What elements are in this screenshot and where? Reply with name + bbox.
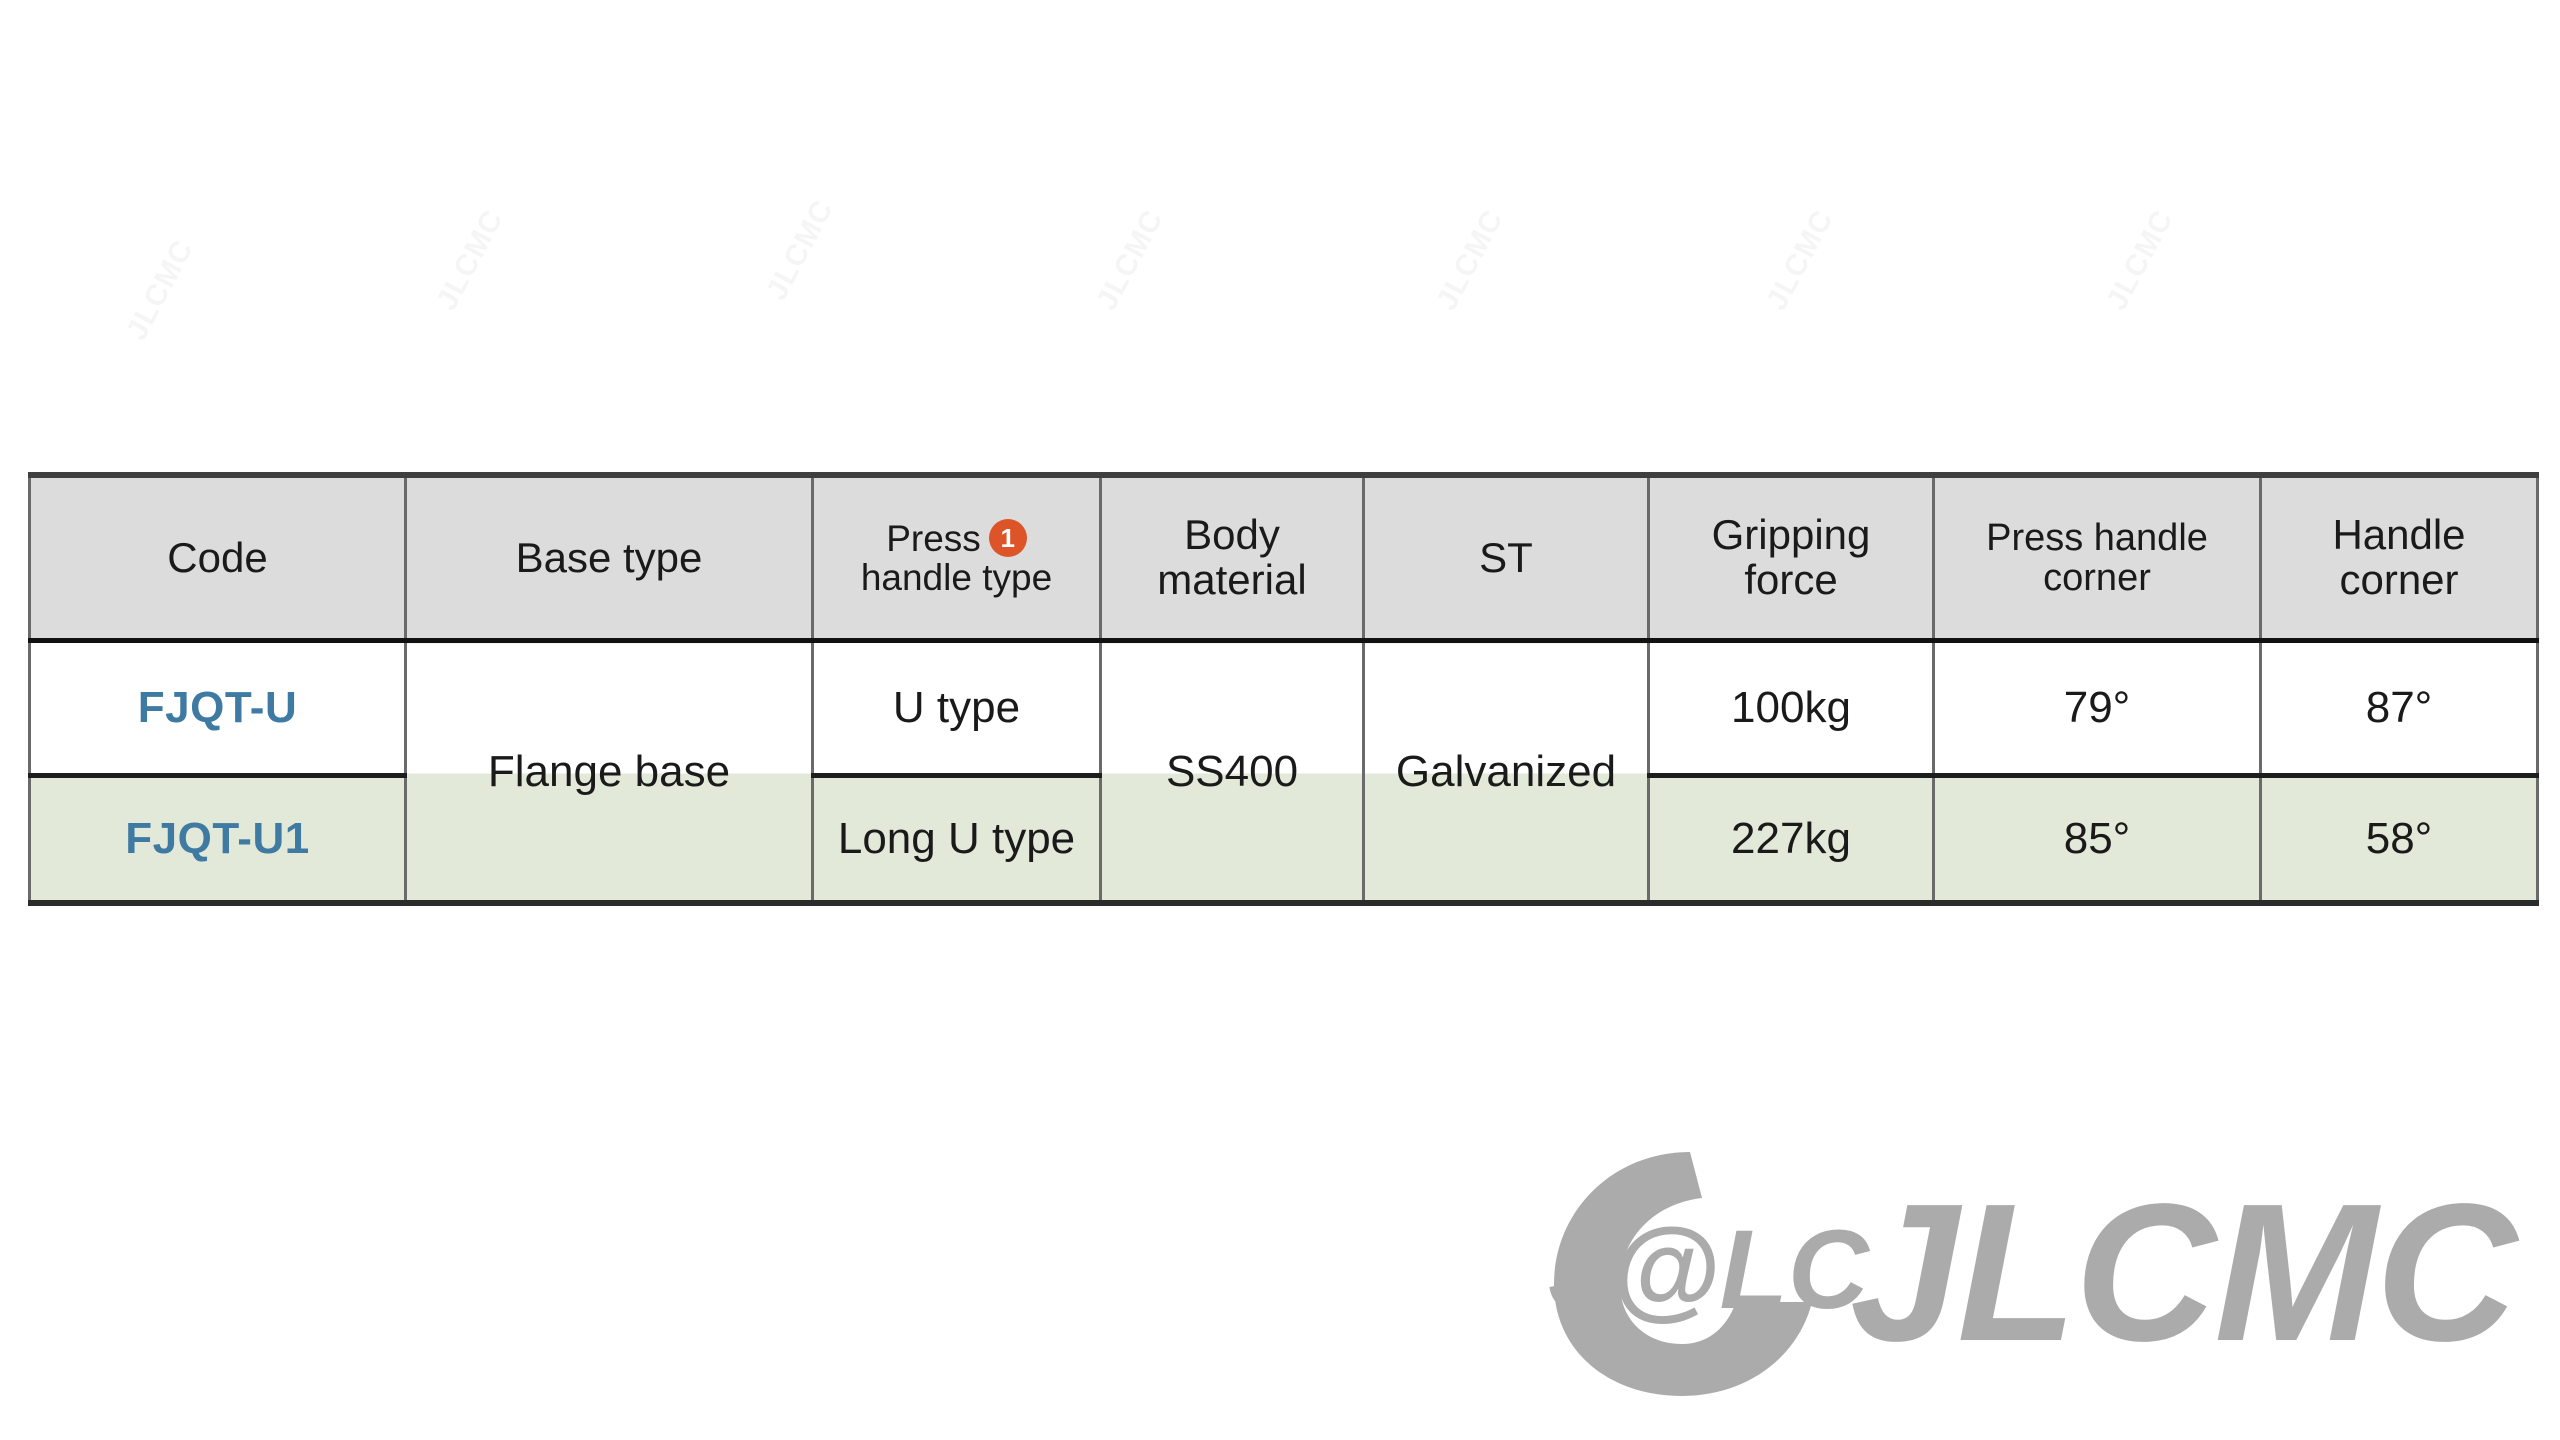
column-header-press-handle-corner-line1: Press handle (1986, 516, 2208, 559)
cell-press-handle-type: Long U type (811, 775, 1102, 906)
cell-handle-corner: 87° (2259, 640, 2539, 778)
column-header-body-material-line1: Body (1184, 511, 1280, 559)
jlcmc-wordmark: JLCMC (1850, 1163, 2520, 1382)
column-header-gripping-force-line2: force (1744, 556, 1838, 603)
column-header-handle-corner-line1: Handle (2332, 511, 2466, 559)
column-header-base-type-label: Base type (515, 533, 703, 581)
column-header-body-material: Body material (1099, 472, 1365, 643)
column-header-code-label: Code (167, 533, 268, 581)
cell-press-handle-corner: 79° (1932, 640, 2262, 778)
table-row: FJQT-U Flange base U type SS400 Galvaniz… (28, 640, 2539, 906)
cell-gripping-force: 100kg (1647, 640, 1935, 778)
specification-table-container: Code Base type Press 1 handle type Body … (28, 472, 2539, 906)
cell-code: FJQT-U1 (28, 775, 407, 906)
watermark-text: JLCMC (2100, 204, 2181, 316)
watermark-text: JLCMC (120, 234, 201, 346)
column-header-press-handle-corner-line2: corner (2043, 557, 2151, 599)
table-header-row: Code Base type Press 1 handle type Body … (28, 472, 2539, 643)
column-header-body-material-line2: material (1157, 556, 1307, 603)
column-header-base-type: Base type (404, 472, 814, 643)
jlcmc-brand-logo: J@LC JLCMC (1548, 1152, 2522, 1396)
watermark-text: JLCMC (430, 204, 511, 316)
column-header-code: Code (28, 472, 407, 643)
specification-table: Code Base type Press 1 handle type Body … (28, 472, 2539, 906)
column-header-gripping-force-line1: Gripping (1711, 511, 1871, 559)
cell-handle-corner: 58° (2259, 775, 2539, 906)
cell-base-type-merged: Flange base (404, 640, 814, 906)
jalc-ring-mark (1554, 1152, 1812, 1396)
jalc-mark-text: J@LC (1548, 1207, 1871, 1332)
cell-gripping-force: 227kg (1647, 775, 1935, 906)
watermark-text: JLCMC (760, 194, 841, 306)
ring-shape (1554, 1152, 1812, 1396)
column-header-handle-corner: Handle corner (2259, 472, 2539, 643)
cell-press-handle-corner: 85° (1932, 775, 2262, 906)
column-header-press-handle-corner: Press handle corner (1932, 472, 2262, 643)
column-header-press-handle-type-line1: Press (886, 517, 981, 559)
watermark-text: JLCMC (1760, 204, 1841, 316)
cell-code: FJQT-U (28, 640, 407, 778)
column-header-handle-corner-line2: corner (2339, 556, 2459, 603)
watermark-text: JLCMC (1430, 204, 1511, 316)
column-header-press-handle-type-line1-wrap: Press 1 (886, 519, 1027, 558)
column-header-press-handle-type: Press 1 handle type (811, 472, 1102, 643)
note-badge-icon: 1 (988, 519, 1027, 558)
column-header-st: ST (1362, 472, 1650, 643)
watermark-text: JLCMC (1090, 204, 1171, 316)
cell-body-material-merged: SS400 (1099, 640, 1365, 906)
cell-st-merged: Galvanized (1362, 640, 1650, 906)
column-header-st-label: ST (1479, 533, 1533, 581)
cell-press-handle-type: U type (811, 640, 1102, 778)
column-header-press-handle-type-line2: handle type (860, 557, 1053, 598)
column-header-gripping-force: Gripping force (1647, 472, 1935, 643)
